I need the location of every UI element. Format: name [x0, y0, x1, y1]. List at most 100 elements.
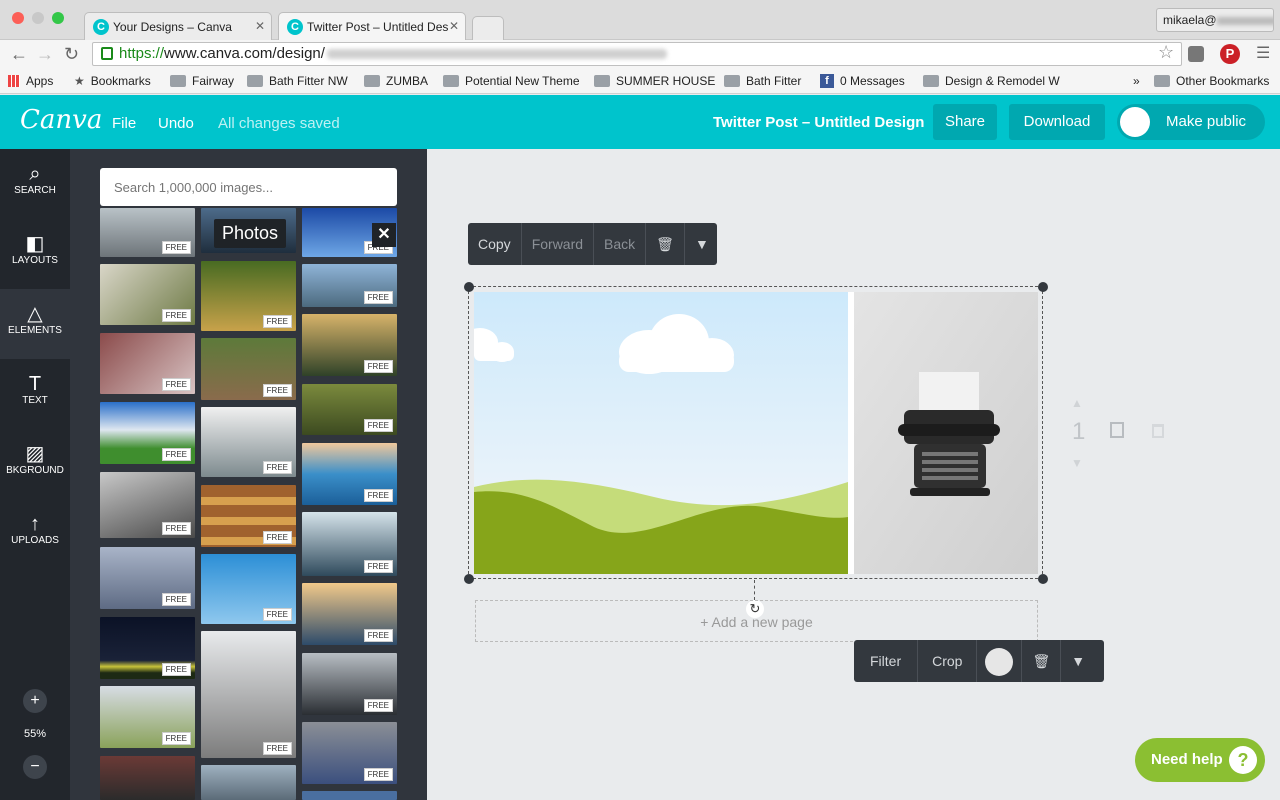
bookmark-design-remodel[interactable]: Design & Remodel W [923, 74, 1060, 88]
delete-page-icon[interactable] [1152, 424, 1164, 438]
left-sidebar: ⌕ SEARCH ◧ LAYOUTS △ ELEMENTS T TEXT ▨ B… [0, 149, 70, 800]
photo-thumbnail[interactable]: FREE [100, 333, 195, 394]
chevron-down-icon[interactable]: ▼ [685, 223, 719, 265]
sidebar-item-label: SEARCH [14, 185, 56, 196]
chevron-down-icon[interactable]: ▼ [1061, 640, 1095, 682]
photo-thumbnail[interactable]: FREE [201, 485, 296, 547]
add-page-button[interactable]: + Add a new page [475, 600, 1038, 642]
photo-thumbnail[interactable]: FREE [100, 402, 195, 464]
tab-close-icon[interactable]: ✕ [255, 19, 265, 33]
photo-thumbnail[interactable]: FREE [302, 384, 397, 435]
photo-thumbnail[interactable]: FREE [100, 617, 195, 679]
address-bar[interactable]: https://www.canva.com/design/ [92, 42, 1182, 66]
bookmark-star-icon[interactable]: ☆ [1158, 42, 1174, 63]
zoom-out-button[interactable]: − [23, 755, 47, 779]
photo-thumbnail[interactable]: FREE [302, 443, 397, 505]
move-page-up-icon[interactable]: ▲ [1071, 396, 1083, 410]
photo-thumbnail[interactable]: FREE [100, 472, 195, 538]
photo-thumbnail[interactable] [302, 791, 397, 800]
element-toolbar: Copy Forward Back 🗑 ▼ [468, 223, 717, 265]
undo-button[interactable]: Undo [158, 115, 194, 132]
crop-button[interactable]: Crop [918, 640, 978, 682]
resize-handle[interactable] [1038, 574, 1048, 584]
minimize-window-icon[interactable] [32, 12, 44, 24]
photo-thumbnail[interactable]: FREE [201, 261, 296, 331]
reload-icon[interactable]: ↻ [64, 44, 79, 64]
free-badge: FREE [262, 742, 292, 755]
photo-thumbnail[interactable]: FREE [201, 407, 296, 477]
trash-icon[interactable]: 🗑 [646, 223, 685, 265]
bookmark-zumba[interactable]: ZUMBA [364, 74, 428, 88]
photo-thumbnail[interactable]: FREE [302, 583, 397, 645]
tab-twitter-post[interactable]: C Twitter Post – Untitled Des ✕ [278, 12, 466, 40]
photo-thumbnail[interactable] [100, 756, 195, 800]
sidebar-item-search[interactable]: ⌕ SEARCH [0, 149, 70, 219]
photo-thumbnail[interactable]: FREE [201, 338, 296, 400]
photo-thumbnail[interactable]: FREE [100, 686, 195, 748]
photo-thumbnail[interactable]: FREE [100, 208, 195, 257]
sidebar-item-layouts[interactable]: ◧ LAYOUTS [0, 219, 70, 289]
photo-thumbnail[interactable]: FREE [302, 314, 397, 376]
tab-close-icon[interactable]: ✕ [449, 19, 459, 33]
zoom-in-button[interactable]: + [23, 689, 47, 713]
back-arrow-icon[interactable]: ← [10, 44, 28, 64]
photo-thumbnail[interactable]: FREE [201, 554, 296, 624]
duplicate-page-icon[interactable] [1110, 422, 1124, 438]
need-help-button[interactable]: Need help ? [1135, 738, 1265, 782]
back-button[interactable]: Back [594, 223, 647, 265]
bookmark-summer-house[interactable]: SUMMER HOUSE [594, 74, 715, 88]
bookmark-fairway[interactable]: Fairway [170, 74, 234, 88]
bookmark-potential-new-theme[interactable]: Potential New Theme [443, 74, 580, 88]
download-button[interactable]: Download [1009, 104, 1105, 140]
bookmark-apps[interactable]: Apps [8, 74, 53, 88]
filter-button[interactable]: Filter [854, 640, 919, 682]
bookmark-bookmarks[interactable]: ★ Bookmarks [74, 74, 151, 88]
bookmark-messages[interactable]: f 0 Messages [820, 74, 905, 88]
share-button[interactable]: Share [933, 104, 997, 140]
photo-thumbnail[interactable]: FREE [100, 264, 195, 325]
document-title[interactable]: Twitter Post – Untitled Design [713, 114, 924, 131]
photo-thumbnail[interactable]: FREE [100, 547, 195, 609]
photo-thumbnail[interactable]: FREE [302, 722, 397, 784]
bookmark-label: Other Bookmarks [1176, 74, 1270, 88]
profile-button[interactable]: mikaela@ [1156, 8, 1274, 32]
pocket-extension-icon[interactable] [1188, 46, 1204, 62]
browser-menu-icon[interactable]: ☰ [1256, 44, 1270, 64]
trash-icon[interactable]: 🗑 [1022, 640, 1062, 682]
image-preview-button[interactable] [977, 640, 1023, 682]
photo-thumbnail[interactable]: FREE [201, 631, 296, 758]
bookmark-other[interactable]: Other Bookmarks [1154, 74, 1269, 88]
forward-arrow-icon[interactable]: → [36, 44, 54, 64]
bookmark-bath-fitter[interactable]: Bath Fitter [724, 74, 801, 88]
bookmarks-overflow-button[interactable]: » [1133, 74, 1140, 88]
close-icon[interactable]: ✕ [372, 223, 396, 247]
photo-thumbnail[interactable]: FREE [302, 653, 397, 715]
sidebar-item-background[interactable]: ▨ BKGROUND [0, 429, 70, 499]
file-menu[interactable]: File [112, 115, 136, 132]
bookmark-bath-fitter-nw[interactable]: Bath Fitter NW [247, 74, 348, 88]
pinterest-extension-icon[interactable]: P [1220, 44, 1240, 64]
resize-handle[interactable] [1038, 282, 1048, 292]
copy-button[interactable]: Copy [468, 223, 522, 265]
make-public-toggle[interactable]: Make public [1117, 104, 1265, 140]
forward-button[interactable]: Forward [522, 223, 595, 265]
move-page-down-icon[interactable]: ▼ [1071, 456, 1083, 470]
sidebar-item-elements[interactable]: △ ELEMENTS [0, 289, 70, 359]
sidebar-item-text[interactable]: T TEXT [0, 359, 70, 429]
resize-handle[interactable] [464, 574, 474, 584]
tab-your-designs[interactable]: C Your Designs – Canva ✕ [84, 12, 272, 40]
close-window-icon[interactable] [12, 12, 24, 24]
resize-handle[interactable] [464, 282, 474, 292]
sidebar-item-uploads[interactable]: ↑ UPLOADS [0, 499, 70, 569]
new-tab-button[interactable] [472, 16, 504, 40]
photo-thumbnail[interactable] [201, 765, 296, 800]
photo-thumbnail[interactable]: FREE [302, 264, 397, 307]
folder-icon [443, 75, 459, 87]
tab-title: Twitter Post – Untitled Des [307, 19, 449, 34]
image-search-input[interactable] [100, 168, 397, 206]
photo-thumbnail[interactable]: FREE [302, 512, 397, 576]
profile-blur [1216, 16, 1273, 25]
canva-logo[interactable]: Canva [20, 105, 102, 135]
selection-frame [468, 286, 1043, 579]
maximize-window-icon[interactable] [52, 12, 64, 24]
